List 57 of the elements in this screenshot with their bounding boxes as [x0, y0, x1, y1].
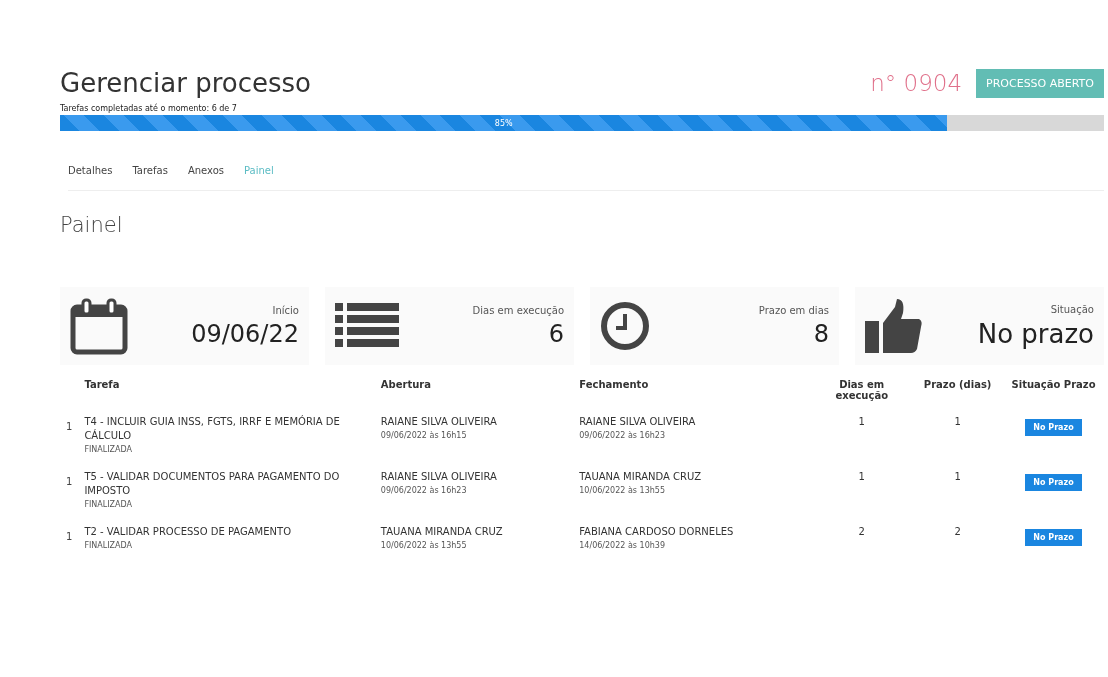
opened-at: 09/06/2022 às 16h23	[380, 486, 468, 495]
days-value: 1	[857, 470, 866, 484]
column-header: Abertura	[379, 378, 433, 392]
row-index: 1	[66, 531, 73, 542]
opened-at: 09/06/2022 às 16h15	[380, 431, 468, 440]
column-header: Prazo (dias)	[922, 378, 993, 392]
tab[interactable]: Anexos	[187, 165, 224, 176]
closed-by: TAUANA MIRANDA CRUZ	[579, 470, 703, 484]
column-header: Fechamento	[578, 378, 650, 392]
deadline-value: 2	[953, 525, 962, 539]
stat-label: Situação	[1050, 303, 1094, 315]
progress-reading: 85%	[494, 118, 513, 128]
process-number: n° 0904	[870, 70, 963, 96]
list-icon	[335, 302, 399, 350]
row-index: 1	[66, 421, 73, 432]
stat-value: No prazo	[977, 318, 1094, 349]
task-title: T5 - VALIDAR DOCUMENTOS PARA PAGAMENTO DO IMPOSTO	[84, 470, 341, 498]
closed-at: 10/06/2022 às 13h55	[579, 486, 666, 495]
closed-at: 14/06/2022 às 10h39	[579, 541, 666, 550]
column-header: Dias em execução	[834, 378, 889, 403]
status-badge: PROCESSO ABERTO	[976, 68, 1104, 98]
progress-label: Tarefas completadas até o momento: 6 de 7	[60, 104, 238, 113]
opened-by: RAIANE SILVA OLIVEIRA	[380, 415, 498, 429]
deadline-value: 1	[953, 415, 962, 429]
task-status: FINALIZADA	[84, 541, 134, 550]
task-status: FINALIZADA	[84, 500, 134, 509]
situation-badge: No Prazo	[1025, 419, 1082, 436]
stat-value: 6	[548, 319, 564, 348]
section-title: Painel	[60, 213, 124, 237]
opened-by: TAUANA MIRANDA CRUZ	[380, 525, 504, 539]
row-index: 1	[66, 476, 73, 487]
closed-by: RAIANE SILVA OLIVEIRA	[579, 415, 697, 429]
tab[interactable]: Tarefas	[132, 165, 168, 176]
closed-by: FABIANA CARDOSO DORNELES	[579, 525, 735, 539]
task-title: T2 - VALIDAR PROCESSO DE PAGAMENTO	[84, 525, 292, 539]
tab[interactable]: Detalhes	[68, 165, 113, 176]
thumbs-up-icon	[865, 299, 923, 353]
task-title: T4 - INCLUIR GUIA INSS, FGTS, IRRF E MEMÓRIA DE CÁLCULO	[84, 415, 341, 443]
days-value: 2	[857, 525, 866, 539]
calendar-icon	[70, 297, 128, 355]
stat-value: 8	[813, 319, 829, 348]
situation-badge: No Prazo	[1025, 529, 1082, 546]
stat-value: 09/06/22	[191, 319, 299, 348]
days-value: 1	[857, 415, 866, 429]
page-title: Gerenciar processo	[60, 68, 311, 98]
stat-label: Início	[272, 304, 299, 316]
deadline-value: 1	[953, 470, 962, 484]
closed-at: 09/06/2022 às 16h23	[579, 431, 666, 440]
column-header: Situação Prazo	[1010, 378, 1097, 392]
clock-icon	[600, 301, 650, 351]
column-header: Tarefa	[83, 378, 121, 392]
stat-label: Dias em execução	[472, 304, 564, 316]
task-status: FINALIZADA	[84, 445, 134, 454]
opened-by: RAIANE SILVA OLIVEIRA	[380, 470, 498, 484]
stat-label: Prazo em dias	[758, 304, 829, 316]
situation-badge: No Prazo	[1025, 474, 1082, 491]
opened-at: 10/06/2022 às 13h55	[380, 541, 468, 550]
